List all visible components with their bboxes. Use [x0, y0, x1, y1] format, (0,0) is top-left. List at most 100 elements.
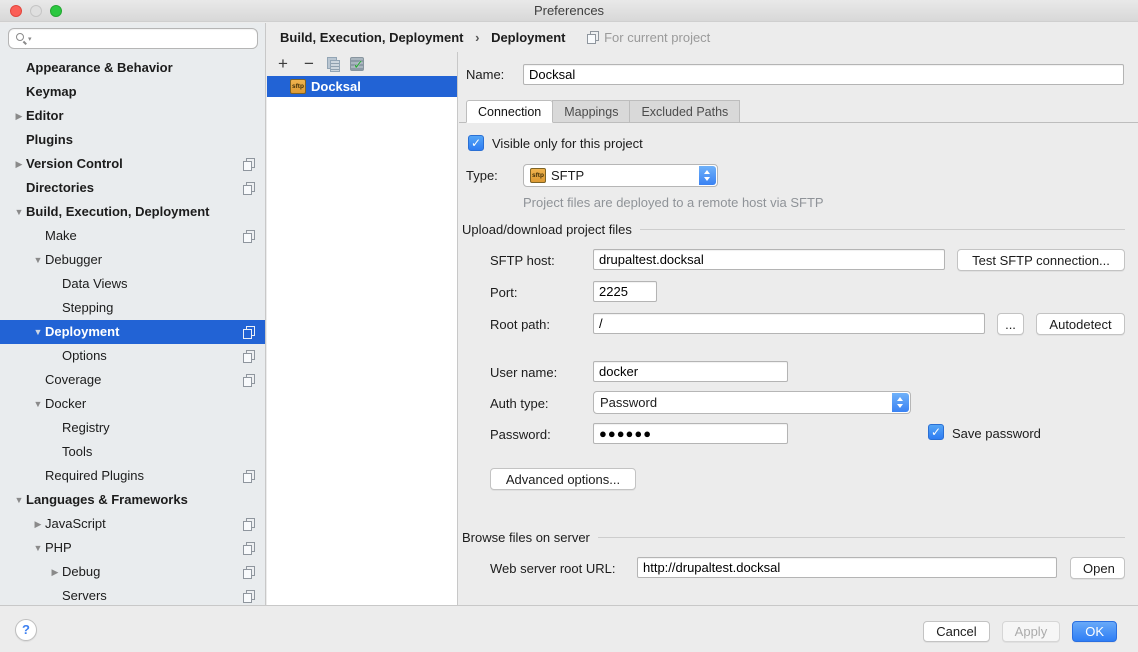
sidebar-item-make[interactable]: Make	[0, 224, 265, 248]
section-divider	[598, 537, 1125, 538]
per-project-icon	[243, 566, 255, 579]
auth-type-select[interactable]: Password	[593, 391, 911, 414]
apply-button[interactable]: Apply	[1002, 621, 1061, 642]
sftp-host-field[interactable]	[593, 249, 945, 270]
scope-label: For current project	[604, 30, 710, 45]
sidebar-item-options[interactable]: Options	[0, 344, 265, 368]
sidebar-item-languages-frameworks[interactable]: Languages & Frameworks	[0, 488, 265, 512]
help-button[interactable]: ?	[15, 619, 37, 641]
use-as-default-icon[interactable]	[350, 57, 364, 71]
upload-section-header: Upload/download project files	[462, 222, 1125, 237]
chevron-right-icon[interactable]	[31, 512, 45, 536]
browse-root-path-button[interactable]: ...	[997, 313, 1024, 335]
dialog-buttons: Cancel Apply OK	[923, 621, 1117, 642]
sidebar-item-data-views[interactable]: Data Views	[0, 272, 265, 296]
sftp-host-label: SFTP host:	[490, 250, 555, 271]
sidebar-item-coverage[interactable]: Coverage	[0, 368, 265, 392]
breadcrumb: Build, Execution, Deployment › Deploymen…	[267, 23, 1138, 52]
sidebar-item-deployment[interactable]: Deployment	[0, 320, 265, 344]
sidebar-item-javascript[interactable]: JavaScript	[0, 512, 265, 536]
per-project-icon	[243, 470, 255, 483]
web-root-url-field[interactable]	[637, 557, 1057, 578]
sidebar-item-tools[interactable]: Tools	[0, 440, 265, 464]
browse-section-header: Browse files on server	[462, 530, 1125, 545]
sidebar-item-docker[interactable]: Docker	[0, 392, 265, 416]
search-input[interactable]	[8, 28, 258, 49]
sidebar-item-debugger[interactable]: Debugger	[0, 248, 265, 272]
sftp-server-icon: sftp	[290, 79, 306, 94]
settings-tree: Appearance & Behavior Keymap Editor Plug…	[0, 56, 265, 608]
visible-only-checkbox[interactable]	[468, 135, 484, 151]
web-root-url-label: Web server root URL:	[490, 558, 615, 579]
chevron-down-icon[interactable]	[12, 488, 26, 512]
server-list: sftp Docksal	[267, 76, 457, 605]
per-project-icon	[243, 542, 255, 555]
breadcrumb-item-build-execution-deployment[interactable]: Build, Execution, Deployment	[280, 30, 463, 45]
chevron-down-icon[interactable]	[31, 248, 45, 272]
chevron-down-icon[interactable]	[31, 536, 45, 560]
sidebar-item-editor[interactable]: Editor	[0, 104, 265, 128]
user-name-label: User name:	[490, 362, 557, 383]
per-project-icon	[243, 374, 255, 387]
sidebar-item-version-control[interactable]: Version Control	[0, 152, 265, 176]
section-divider	[640, 229, 1125, 230]
tab-excluded-paths[interactable]: Excluded Paths	[629, 100, 740, 123]
sidebar-item-appearance-behavior[interactable]: Appearance & Behavior	[0, 56, 265, 80]
test-sftp-connection-button[interactable]: Test SFTP connection...	[957, 249, 1125, 271]
search-box: ▾	[8, 28, 258, 49]
upload-section-title: Upload/download project files	[462, 222, 632, 237]
open-url-button[interactable]: Open	[1070, 557, 1125, 579]
remove-server-button[interactable]: −	[301, 56, 317, 72]
type-select[interactable]: sftp SFTP	[523, 164, 718, 187]
advanced-options-button[interactable]: Advanced options...	[490, 468, 636, 490]
password-field[interactable]	[593, 423, 788, 444]
password-label: Password:	[490, 424, 551, 445]
window-title: Preferences	[0, 3, 1138, 18]
name-field[interactable]	[523, 64, 1124, 85]
ok-button[interactable]: OK	[1072, 621, 1117, 642]
sidebar-item-php[interactable]: PHP	[0, 536, 265, 560]
cancel-button[interactable]: Cancel	[923, 621, 989, 642]
sidebar-item-required-plugins[interactable]: Required Plugins	[0, 464, 265, 488]
chevron-down-icon[interactable]	[31, 320, 45, 344]
per-project-icon	[243, 590, 255, 603]
settings-sidebar: ▾ Appearance & Behavior Keymap Editor Pl…	[0, 23, 266, 605]
sidebar-item-debug[interactable]: Debug	[0, 560, 265, 584]
root-path-label: Root path:	[490, 314, 550, 335]
chevron-right-icon[interactable]	[12, 104, 26, 128]
chevron-right-icon[interactable]	[48, 560, 62, 584]
type-label: Type:	[466, 165, 498, 186]
select-stepper-icon[interactable]	[699, 166, 716, 185]
add-server-button[interactable]: +	[275, 56, 291, 72]
root-path-field[interactable]	[593, 313, 985, 334]
auth-type-label: Auth type:	[490, 393, 549, 414]
server-list-item-docksal[interactable]: sftp Docksal	[267, 76, 457, 97]
per-project-icon	[243, 326, 255, 339]
per-project-icon	[243, 230, 255, 243]
tab-mappings[interactable]: Mappings	[552, 100, 630, 123]
user-name-field[interactable]	[593, 361, 788, 382]
select-stepper-icon[interactable]	[892, 393, 909, 412]
copy-server-icon[interactable]	[327, 57, 340, 72]
sidebar-item-plugins[interactable]: Plugins	[0, 128, 265, 152]
sidebar-item-build-execution-deployment[interactable]: Build, Execution, Deployment	[0, 200, 265, 224]
server-toolbar: + −	[267, 52, 457, 76]
save-password-checkbox[interactable]	[928, 424, 944, 440]
chevron-right-icon[interactable]	[12, 152, 26, 176]
per-project-icon	[587, 31, 599, 44]
chevron-down-icon[interactable]	[12, 200, 26, 224]
sidebar-item-registry[interactable]: Registry	[0, 416, 265, 440]
sidebar-item-directories[interactable]: Directories	[0, 176, 265, 200]
port-field[interactable]	[593, 281, 657, 302]
search-icon	[16, 33, 24, 41]
sidebar-item-stepping[interactable]: Stepping	[0, 296, 265, 320]
chevron-down-icon[interactable]	[31, 392, 45, 416]
sidebar-item-keymap[interactable]: Keymap	[0, 80, 265, 104]
search-options-caret-icon[interactable]: ▾	[28, 35, 32, 43]
name-label: Name:	[466, 64, 504, 85]
tab-connection[interactable]: Connection	[466, 100, 553, 123]
tab-bar: Connection Mappings Excluded Paths	[466, 100, 740, 123]
save-password-label: Save password	[952, 423, 1041, 444]
autodetect-button[interactable]: Autodetect	[1036, 313, 1125, 335]
type-value: SFTP	[551, 168, 584, 183]
